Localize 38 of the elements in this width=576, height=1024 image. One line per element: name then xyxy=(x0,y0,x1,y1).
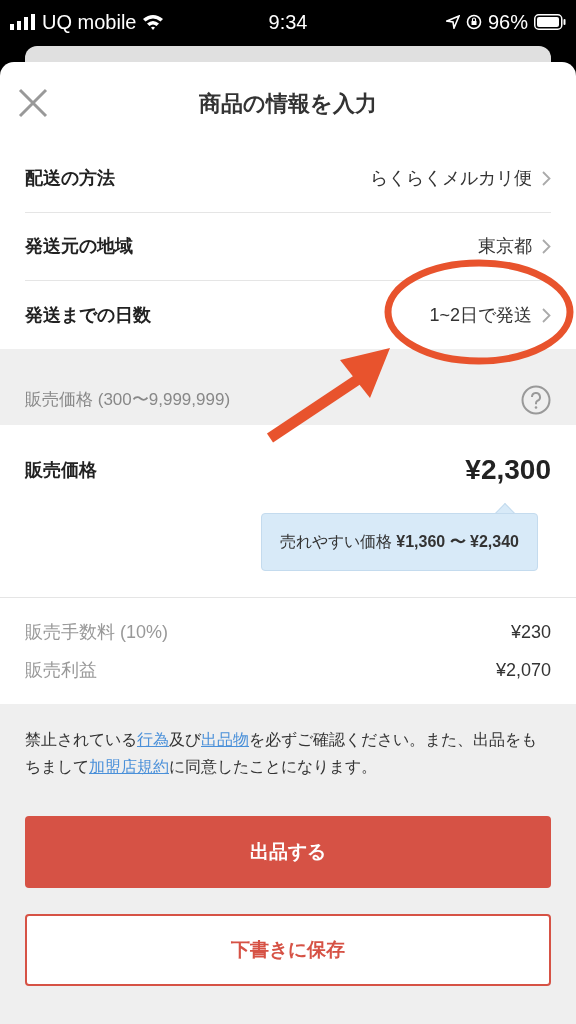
shipping-row[interactable]: 発送までの日数 1~2日で発送 xyxy=(25,281,551,349)
fee-value: ¥230 xyxy=(510,620,551,644)
chevron-icon xyxy=(542,239,551,254)
rotation-lock-icon xyxy=(465,14,482,30)
list-item-button[interactable]: 出品する xyxy=(25,816,551,888)
row-label: 配送の方法 xyxy=(25,167,115,190)
page-title: 商品の情報を入力 xyxy=(199,90,377,118)
battery-percent: 96% xyxy=(487,10,528,35)
signal-icon xyxy=(10,14,36,30)
wifi-icon xyxy=(142,14,165,30)
help-icon[interactable] xyxy=(521,385,551,415)
fee-label: 販売利益 xyxy=(25,658,97,682)
chevron-icon xyxy=(542,171,551,186)
row-value: らくらくメルカリ便 xyxy=(370,167,532,190)
terms-notice: 禁止されている行為及び出品物を必ずご確認ください。また、出品をもちまして加盟店規約に同意したことになります。 xyxy=(25,730,538,777)
chevron-icon xyxy=(542,307,551,323)
location-icon xyxy=(445,15,460,29)
row-label: 発送元の地域 xyxy=(25,235,133,258)
price-label: 販売価格 xyxy=(25,458,97,482)
fee-value: ¥2,070 xyxy=(495,658,551,682)
save-draft-button[interactable]: 下書きに保存 xyxy=(25,914,551,986)
terms-link[interactable]: 出品物 xyxy=(201,731,249,748)
shipping-row[interactable]: 発送元の地域 東京都 xyxy=(25,213,551,281)
clock-time: 9:34 xyxy=(268,11,308,33)
price-range-label: 販売価格 (300〜9,999,999) xyxy=(25,389,231,412)
fee-label: 販売手数料 (10%) xyxy=(25,620,168,644)
row-value: 1~2日で発送 xyxy=(429,303,532,327)
battery-icon xyxy=(534,14,566,30)
carrier-name: UQ mobile xyxy=(42,10,137,35)
terms-link[interactable]: 加盟店規約 xyxy=(89,758,169,775)
tooltip-text: 売れやすい価格 ¥1,360 〜 ¥2,340 xyxy=(279,532,519,552)
terms-link[interactable]: 行為 xyxy=(137,731,169,748)
shipping-row[interactable]: 配送の方法 らくらくメルカリ便 xyxy=(25,145,551,213)
row-value: 東京都 xyxy=(478,235,532,258)
row-label: 発送までの日数 xyxy=(25,303,151,327)
price-input[interactable]: ¥2,300 xyxy=(465,449,551,491)
close-button[interactable] xyxy=(16,86,50,120)
close-icon xyxy=(18,88,48,118)
